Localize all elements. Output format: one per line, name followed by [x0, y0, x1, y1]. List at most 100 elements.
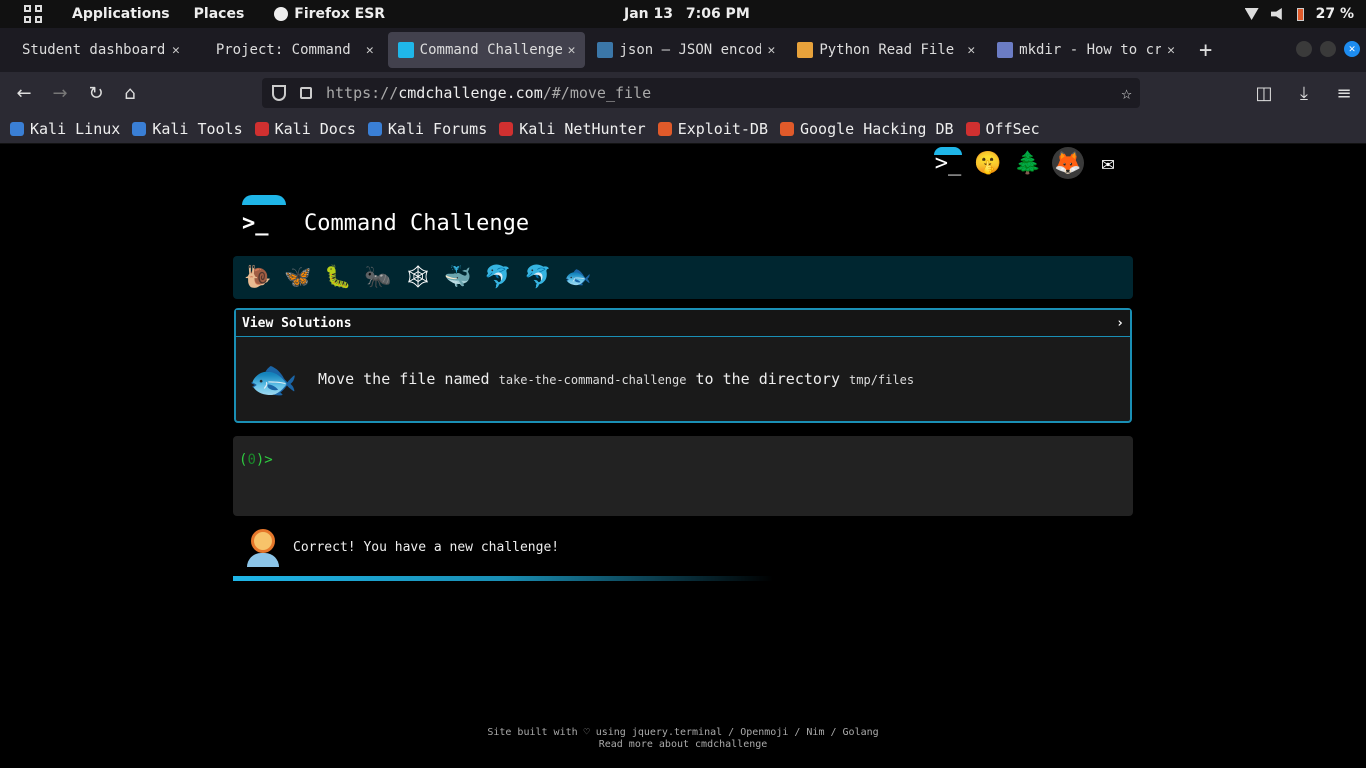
nethunter-icon — [499, 121, 514, 136]
browser-tab[interactable]: Student dashboard ✕ — [12, 32, 190, 68]
tab-title: json — JSON encoder — [619, 42, 762, 58]
terminal-favicon-icon — [397, 42, 414, 58]
url-scheme: https:// — [326, 84, 399, 102]
system-top-bar: Applications Places Firefox ESR Jan 13 7… — [0, 0, 1366, 28]
browser-tab[interactable]: mkdir - How to create ✕ — [987, 32, 1185, 68]
tree-icon[interactable]: 🌲 — [1012, 147, 1044, 179]
toolbar-right-icons: ◫ ⤓ ≡ — [1252, 81, 1356, 105]
clock-time: 7:06 PM — [685, 6, 750, 22]
bookmark-kali-forums[interactable]: Kali Forums — [367, 119, 488, 138]
places-menu[interactable]: Places — [194, 6, 245, 22]
window-close-button[interactable]: ✕ — [1344, 41, 1360, 57]
browser-tab-active[interactable]: Command Challenge ✕ — [387, 32, 586, 68]
logo-cap — [242, 195, 286, 205]
level-butterfly-icon[interactable]: 🦋 — [281, 261, 315, 295]
url-host: cmdchallenge.com — [398, 84, 543, 102]
active-app-indicator[interactable]: Firefox ESR — [274, 6, 385, 22]
bookmark-exploit-db[interactable]: Exploit-DB — [657, 119, 768, 138]
close-icon[interactable]: ✕ — [568, 43, 576, 58]
footer: Site built with ♡ using jquery.terminal … — [0, 727, 1366, 751]
status-message: Correct! You have a new challenge! — [293, 539, 560, 555]
url-text[interactable]: https://cmdchallenge.com/#/move_file — [326, 84, 651, 102]
system-tray[interactable]: 27 % — [1244, 6, 1354, 22]
url-bar[interactable]: https://cmdchallenge.com/#/move_file ☆ — [262, 78, 1140, 108]
gitlab-icon[interactable]: 🦊 — [1052, 147, 1084, 179]
challenge-prefix: Move the file named — [318, 370, 499, 388]
browser-tab[interactable]: Python Read File ✕ — [787, 32, 985, 68]
home-icon[interactable]: ⌂ — [118, 81, 142, 105]
tab-title: Project: Command Challenge — [215, 42, 360, 58]
offsec-icon — [965, 121, 980, 136]
menu-hamburger-icon[interactable]: ≡ — [1332, 81, 1356, 105]
bookmark-label: Kali Docs — [274, 119, 356, 138]
level-whale-icon[interactable]: 🐳 — [441, 261, 475, 295]
prompt-close: )> — [255, 452, 273, 468]
bookmark-kali-docs[interactable]: Kali Docs — [254, 119, 356, 138]
bookmark-label: Google Hacking DB — [800, 119, 954, 138]
app-grid-icon[interactable] — [24, 5, 42, 23]
lock-icon[interactable] — [300, 87, 312, 99]
bookmark-label: Kali Linux — [30, 119, 121, 138]
close-icon[interactable]: ✕ — [172, 43, 180, 58]
bookmark-kali-tools[interactable]: Kali Tools — [132, 119, 243, 138]
tracking-shield-icon[interactable] — [272, 85, 286, 101]
forward-arrow-icon[interactable]: → — [48, 81, 72, 105]
shushing-face-icon[interactable]: 🤫 — [972, 147, 1004, 179]
browser-tab[interactable]: Project: Command Challenge ✕ — [206, 32, 384, 68]
close-icon[interactable]: ✕ — [366, 43, 374, 58]
level-caterpillar-icon[interactable]: 🐛 — [321, 261, 355, 295]
pocket-icon[interactable]: ◫ — [1252, 81, 1276, 105]
downloads-icon[interactable]: ⤓ — [1292, 81, 1316, 105]
clock-date: Jan 13 — [624, 6, 673, 22]
minimize-button[interactable] — [1296, 41, 1312, 57]
footer-read-more-link[interactable]: Read more about cmdchallenge — [0, 739, 1366, 751]
applications-menu[interactable]: Applications — [72, 6, 170, 22]
bookmark-star-icon[interactable]: ☆ — [1121, 83, 1132, 104]
close-icon[interactable]: ✕ — [967, 43, 975, 58]
terminal-logo-icon[interactable]: >_ — [932, 147, 964, 179]
site-favicon-icon — [997, 42, 1014, 58]
tab-title: Python Read File — [819, 42, 955, 58]
bookmark-label: Kali Tools — [152, 119, 243, 138]
firefox-icon — [274, 7, 289, 21]
back-arrow-icon[interactable]: ← — [12, 81, 36, 105]
level-web-icon[interactable]: 🕸 — [401, 261, 435, 295]
status-message-row: Correct! You have a new challenge! — [245, 527, 559, 567]
bookmark-google-hacking-db[interactable]: Google Hacking DB — [780, 120, 954, 138]
reload-icon[interactable]: ↻ — [84, 81, 108, 105]
level-dolphin-icon[interactable]: 🐬 — [481, 261, 515, 295]
kali-tools-icon — [132, 121, 147, 136]
person-avatar-icon — [245, 527, 281, 567]
flame-favicon-icon — [797, 42, 814, 58]
bookmark-kali-nethunter[interactable]: Kali NetHunter — [499, 119, 646, 138]
bookmark-label: Exploit-DB — [677, 119, 768, 138]
bookmark-offsec[interactable]: OffSec — [965, 120, 1040, 138]
site-logo[interactable]: >_ — [236, 195, 292, 239]
view-solutions-label: View Solutions — [242, 315, 352, 331]
header-icon-links: >_ 🤫 🌲 🦊 ✉ — [932, 147, 1124, 179]
active-app-label: Firefox ESR — [294, 6, 386, 22]
terminal-input[interactable]: (0)> — [233, 436, 1133, 516]
terminal-prompt: (0)> — [239, 452, 273, 468]
challenge-directory: tmp/files — [849, 373, 915, 387]
tab-title: Command Challenge — [419, 42, 562, 58]
envelope-icon[interactable]: ✉ — [1092, 147, 1124, 179]
page-title: Command Challenge — [304, 211, 530, 236]
clock[interactable]: Jan 13 7:06 PM — [624, 6, 758, 22]
browser-tab[interactable]: json — JSON encoder ✕ — [587, 32, 785, 68]
level-fish-icon[interactable]: 🐟 — [561, 261, 595, 295]
url-path: /#/move_file — [542, 84, 652, 102]
level-dolphin-grey-icon[interactable]: 🐬 — [521, 261, 555, 295]
bookmark-label: Kali Forums — [387, 119, 488, 138]
bookmark-label: Kali NetHunter — [519, 119, 646, 138]
close-icon[interactable]: ✕ — [767, 43, 775, 58]
bookmark-kali-linux[interactable]: Kali Linux — [10, 120, 120, 138]
maximize-button[interactable] — [1320, 41, 1336, 57]
challenge-middle: to the directory — [686, 370, 850, 388]
level-snail-icon[interactable]: 🐌 — [241, 261, 275, 295]
new-tab-plus-icon[interactable]: + — [1199, 38, 1212, 63]
close-icon[interactable]: ✕ — [1167, 43, 1175, 58]
view-solutions-toggle[interactable]: View Solutions › — [236, 310, 1130, 337]
challenge-text: Move the file named take-the-command-cha… — [318, 370, 914, 388]
level-ant-icon[interactable]: 🐜 — [361, 261, 395, 295]
